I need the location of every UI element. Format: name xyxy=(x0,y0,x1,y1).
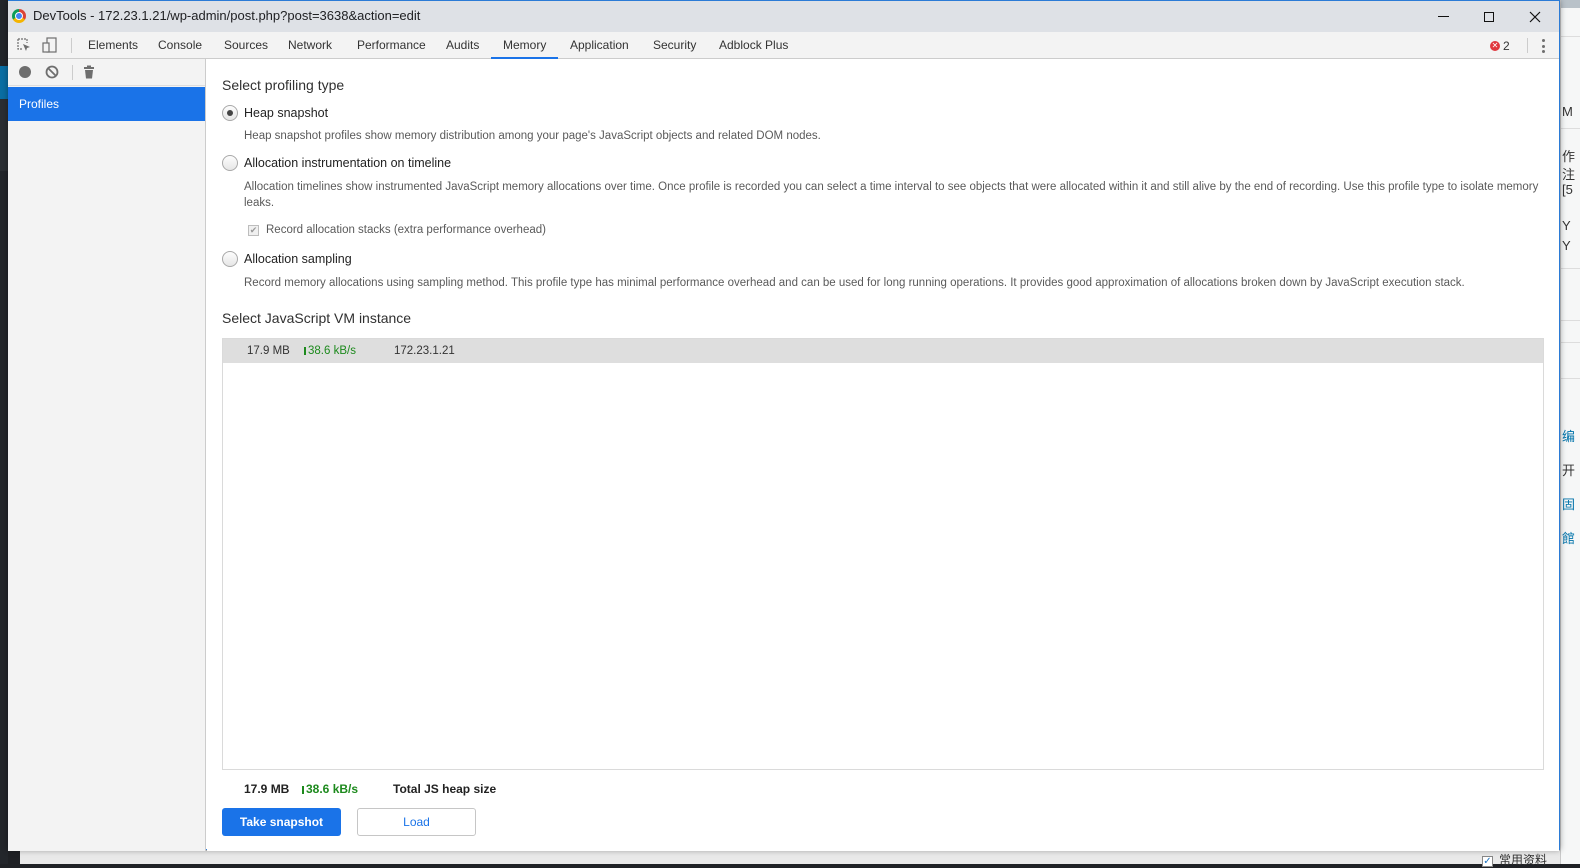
summary-allocation-rate: 38.6 kB/s xyxy=(302,782,393,796)
error-counter[interactable]: ✕ 2 xyxy=(1490,39,1510,53)
bg-char: Y xyxy=(1562,218,1571,233)
take-snapshot-button[interactable]: Take snapshot xyxy=(222,808,341,836)
tab-elements[interactable]: Elements xyxy=(88,32,138,58)
summary-heap-size: 17.9 MB xyxy=(244,782,290,796)
bg-char: M xyxy=(1562,104,1573,119)
clear-icon[interactable] xyxy=(45,65,59,79)
option-description: Allocation timelines show instrumented J… xyxy=(244,181,1539,209)
option-heap-snapshot[interactable]: Heap snapshot xyxy=(222,105,328,121)
toolbar-divider xyxy=(1527,38,1528,53)
checkbox-label: Record allocation stacks (extra performa… xyxy=(266,224,546,236)
close-icon xyxy=(1529,11,1541,22)
bg-char: 館 xyxy=(1562,531,1576,546)
option-allocation-timeline[interactable]: Allocation instrumentation on timeline xyxy=(222,155,451,171)
bg-char: 开 xyxy=(1562,463,1576,478)
window-title: DevTools - 172.23.1.21/wp-admin/post.php… xyxy=(33,8,421,23)
profiles-sidebar: Profiles xyxy=(8,59,206,851)
sidebar-toolbar xyxy=(8,59,205,86)
vm-allocation-rate: 38.6 kB/s xyxy=(304,345,394,357)
vm-host: 172.23.1.21 xyxy=(394,345,455,357)
memory-panel: Select profiling type Heap snapshot Heap… xyxy=(207,59,1559,851)
tab-network[interactable]: Network xyxy=(288,32,332,58)
tab-performance[interactable]: Performance xyxy=(357,32,426,58)
inspect-element-icon[interactable] xyxy=(16,37,32,53)
sidebar-item-profiles[interactable]: Profiles xyxy=(8,87,205,121)
rate-bar-icon xyxy=(304,347,306,355)
option-label: Heap snapshot xyxy=(244,106,329,120)
tab-adblock-plus[interactable]: Adblock Plus xyxy=(719,32,788,58)
devtools-toolbar: Elements Console Sources Network Perform… xyxy=(8,32,1559,59)
toolbar-divider xyxy=(71,38,72,53)
profiling-type-heading: Select profiling type xyxy=(222,77,345,93)
maximize-icon xyxy=(1484,11,1494,22)
load-button[interactable]: Load xyxy=(357,808,476,836)
background-left-edge xyxy=(0,0,8,864)
bg-char: 作 xyxy=(1562,149,1576,164)
checkbox-check-icon[interactable]: ✔ xyxy=(248,224,259,236)
chrome-logo-icon xyxy=(12,9,26,23)
rate-bar-icon xyxy=(302,786,304,794)
vm-heap-size: 17.9 MB xyxy=(247,345,290,357)
tab-application[interactable]: Application xyxy=(570,32,629,58)
devtools-window: DevTools - 172.23.1.21/wp-admin/post.php… xyxy=(8,0,1560,851)
bg-char: 固 xyxy=(1562,497,1576,512)
more-options-icon[interactable] xyxy=(1541,39,1545,53)
tab-memory[interactable]: Memory xyxy=(490,32,559,59)
option-label: Allocation instrumentation on timeline xyxy=(244,156,452,170)
trash-icon[interactable] xyxy=(82,65,96,79)
minimize-icon xyxy=(1437,16,1449,17)
option-label: Allocation sampling xyxy=(244,252,352,266)
minimize-button[interactable] xyxy=(1420,1,1466,32)
bg-checkbox: ✓ 常用资料 xyxy=(1482,853,1548,867)
vm-instance-list: 17.9 MB 38.6 kB/s 172.23.1.21 xyxy=(222,338,1544,770)
error-count: 2 xyxy=(1503,39,1510,53)
vm-instance-row[interactable]: 17.9 MB 38.6 kB/s 172.23.1.21 xyxy=(223,339,1543,363)
background-page-right-edge: M 作 注 [5 Y Y 编 开 固 館 xyxy=(1560,0,1580,864)
allocation-timeline-radio[interactable] xyxy=(222,155,238,171)
option-allocation-sampling[interactable]: Allocation sampling xyxy=(222,251,352,267)
title-bar: DevTools - 172.23.1.21/wp-admin/post.php… xyxy=(8,1,1559,32)
record-allocation-stacks-checkbox[interactable]: ✔ Record allocation stacks (extra perfor… xyxy=(248,224,546,236)
background-page-bottom-edge: ✓ 常用资料 xyxy=(20,850,1560,867)
option-description: Heap snapshot profiles show memory distr… xyxy=(244,130,821,142)
bg-char: 编 xyxy=(1562,429,1576,444)
tab-audits[interactable]: Audits xyxy=(446,32,479,58)
heap-summary: 17.9 MB 38.6 kB/s Total JS heap size xyxy=(244,782,496,796)
option-description: Record memory allocations using sampling… xyxy=(244,277,1465,289)
bg-char: 注 xyxy=(1562,167,1576,182)
device-toolbar-icon[interactable] xyxy=(42,37,58,53)
tab-console[interactable]: Console xyxy=(158,32,202,58)
error-icon: ✕ xyxy=(1490,41,1500,51)
maximize-button[interactable] xyxy=(1466,1,1512,32)
sidebar-toolbar-divider xyxy=(72,65,73,80)
bg-char: [5 xyxy=(1562,182,1573,197)
record-icon[interactable] xyxy=(18,65,32,79)
summary-label: Total JS heap size xyxy=(393,782,497,796)
close-button[interactable] xyxy=(1512,1,1558,32)
allocation-sampling-radio[interactable] xyxy=(222,251,238,267)
heap-snapshot-radio[interactable] xyxy=(222,105,238,121)
bg-char: Y xyxy=(1562,238,1571,253)
tab-sources[interactable]: Sources xyxy=(224,32,268,58)
vm-instance-heading: Select JavaScript VM instance xyxy=(222,310,412,326)
tab-security[interactable]: Security xyxy=(653,32,696,58)
